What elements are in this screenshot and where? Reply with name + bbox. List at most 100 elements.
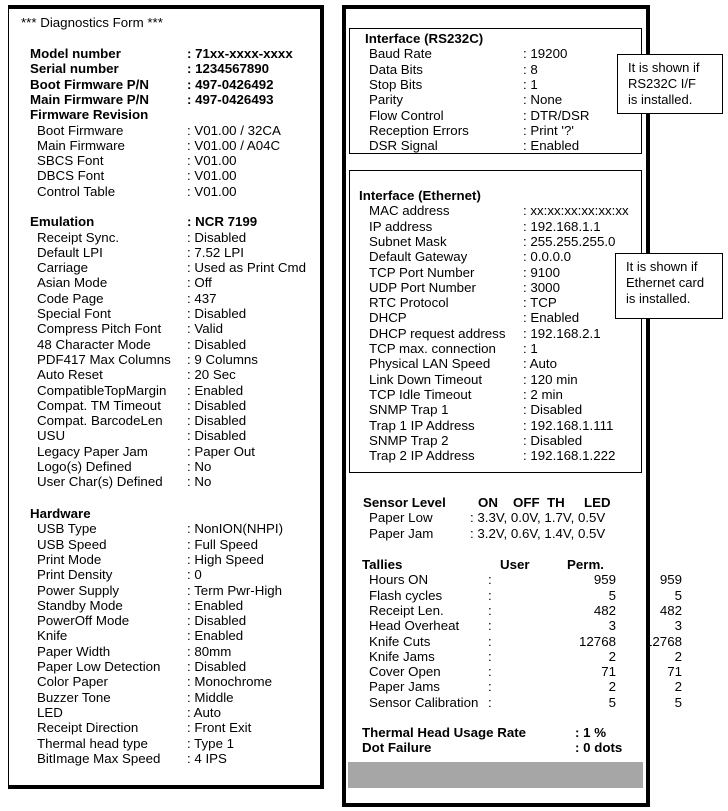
tally-perm-value: 5 (674, 587, 682, 603)
tally-perm-value: 12768 (645, 633, 682, 649)
tallies-col-perm: Perm. (567, 557, 604, 572)
ethernet-row-value: : TCP (523, 295, 557, 311)
tally-perm-value: 5 (674, 694, 682, 710)
tally-perm-value: 71 (667, 664, 682, 680)
hardware-row-value: : Enabled (187, 597, 244, 613)
hardware-row-label: Paper Width (37, 643, 111, 659)
rs232c-note-line: is installed. (628, 92, 693, 107)
ethernet-row-value: : 255.255.255.0 (523, 233, 616, 249)
tally-perm-value: 2 (674, 679, 682, 695)
tally-label: Paper Jams (369, 679, 440, 695)
emulation-heading: Emulation (30, 214, 95, 229)
emulation-row-value: : No (187, 474, 212, 490)
identity-row-value: : 1234567890 (187, 61, 270, 77)
emulation-row-value: : Disabled (187, 229, 247, 245)
tally-row: Head Overheat:3 3 (369, 618, 682, 634)
ethernet-row-label: DHCP request address (369, 325, 506, 341)
tally-row: Sensor Calibration:5 5 (369, 695, 682, 710)
emulation-row-label: Special Font (37, 306, 111, 321)
hardware-row-label: LED (37, 704, 63, 720)
hardware-row-label: BitImage Max Speed (37, 750, 161, 766)
summary-row-value: : 1 % (575, 725, 607, 740)
ethernet-row-label: Trap 2 IP Address (369, 448, 475, 464)
tally-perm-value: 482 (659, 602, 682, 618)
ethernet-row-label: SNMP Trap 2 (369, 432, 449, 448)
tally-row: Hours ON:959 959 (369, 572, 682, 588)
emulation-row-label: Compat. BarcodeLen (37, 413, 163, 429)
rs232c-row-label: Baud Rate (369, 46, 432, 62)
ethernet-row-value: : Disabled (523, 432, 583, 448)
hardware-row-value: : Full Speed (187, 536, 258, 552)
firmware-row-label: DBCS Font (37, 168, 105, 184)
hardware-row-label: Power Supply (37, 582, 120, 598)
emulation-row-value: : No (187, 459, 212, 474)
hardware-row-value: : 0 (187, 567, 202, 583)
ethernet-row-value: : Disabled (523, 402, 583, 418)
sensor-row-value: : 3.2V, 0.6V, 1.4V, 0.5V (470, 525, 606, 541)
emulation-row-value: : Disabled (187, 336, 247, 352)
firmware-row-value: : V01.00 / 32CA (187, 122, 281, 138)
sensor-level-heading: Sensor Level (363, 495, 446, 510)
ethernet-row-label: Subnet Mask (369, 233, 447, 249)
ethernet-row-value: : 192.168.1.111 (523, 417, 614, 433)
ethernet-row-value: : 9100 (523, 264, 560, 280)
rs232c-row-value: : Print '?' (523, 122, 574, 138)
tallies-col-user: User (500, 557, 530, 572)
ethernet-heading-label: Interface (Ethernet) (359, 188, 481, 203)
emulation-row-label: Compress Pitch Font (37, 321, 162, 337)
ethernet-row-label: RTC Protocol (369, 295, 449, 311)
ethernet-row-label: Default Gateway (369, 249, 468, 265)
emulation-row-label: USU (37, 428, 66, 444)
rs232c-row-value: : Enabled (523, 138, 580, 154)
rs232c-row-label: DSR Signal (369, 138, 438, 154)
emulation-value: : NCR 7199 (187, 214, 258, 229)
tally-label: Receipt Len. (369, 602, 444, 618)
hardware-row-label: Thermal head type (37, 735, 148, 751)
ethernet-row-value: : 0.0.0.0 (523, 249, 572, 265)
emulation-row-value: : Disabled (187, 428, 247, 444)
ethernet-row-value: : 2 min (523, 386, 563, 402)
hardware-row-value: : 4 IPS (187, 750, 227, 766)
hardware-row-label: Buzzer Tone (37, 689, 111, 705)
tally-row: Receipt Len.:482 482 (369, 602, 682, 618)
hardware-row-value: : Front Exit (187, 720, 252, 736)
ethernet-note-line: Ethernet card (626, 275, 705, 290)
ethernet-row-value: : 3000 (523, 279, 560, 295)
hardware-row-value: : 80mm (187, 643, 232, 659)
tally-row: Paper Jams:2 2 (369, 679, 682, 695)
hardware-row-label: Receipt Direction (37, 720, 139, 736)
emulation-row-label: Logo(s) Defined (37, 459, 132, 474)
ethernet-row-value: : 192.168.1.1 (523, 218, 601, 234)
rs232c-row-label: Stop Bits (369, 76, 423, 92)
identity-row-label: Main Firmware P/N (30, 91, 149, 107)
hardware-row-value: : Disabled (187, 613, 247, 629)
emulation-row-value: : Enabled (187, 382, 244, 398)
emulation-row-label: 48 Character Mode (37, 336, 151, 352)
rs232c-note-line: RS232C I/F (628, 76, 696, 91)
sensor-col-on: ON (478, 495, 498, 510)
hardware-row-label: Print Density (37, 567, 113, 583)
rs232c-row-label: Reception Errors (369, 122, 469, 138)
rs232c-row-value: : 19200 (523, 46, 568, 62)
summary-row-label: Thermal Head Usage Rate (362, 725, 527, 740)
emulation-row-label: Auto Reset (37, 367, 103, 383)
firmware-row-label: SBCS Font (37, 153, 104, 169)
emulation-row-label: Default LPI (37, 244, 103, 260)
tally-label: Hours ON (369, 572, 429, 588)
ethernet-row-label: TCP Idle Timeout (369, 386, 472, 402)
hardware-row-label: Print Mode (37, 551, 102, 567)
identity-row-value: : 497-0426492 (187, 76, 274, 92)
firmware-row-label: Main Firmware (37, 137, 125, 153)
hardware-row-value: : Type 1 (187, 735, 235, 751)
ethernet-row-label: IP address (369, 218, 433, 234)
tally-label: Head Overheat (369, 618, 460, 634)
rs232c-heading-label: Interface (RS232C) (365, 31, 484, 46)
tally-row: Cover Open:71 71 (369, 664, 682, 679)
sensor-row-value: : 3.3V, 0.0V, 1.7V, 0.5V (470, 510, 606, 526)
emulation-row-value: : Disabled (187, 397, 247, 413)
tally-row: Flash cycles:5 5 (369, 588, 682, 603)
emulation-row-label: Asian Mode (37, 275, 108, 291)
sensor-row-label: Paper Jam (369, 525, 434, 541)
summary-row-value: : 0 dots (575, 740, 623, 756)
ethernet-row-value: : xx:xx:xx:xx:xx:xx (523, 203, 629, 219)
